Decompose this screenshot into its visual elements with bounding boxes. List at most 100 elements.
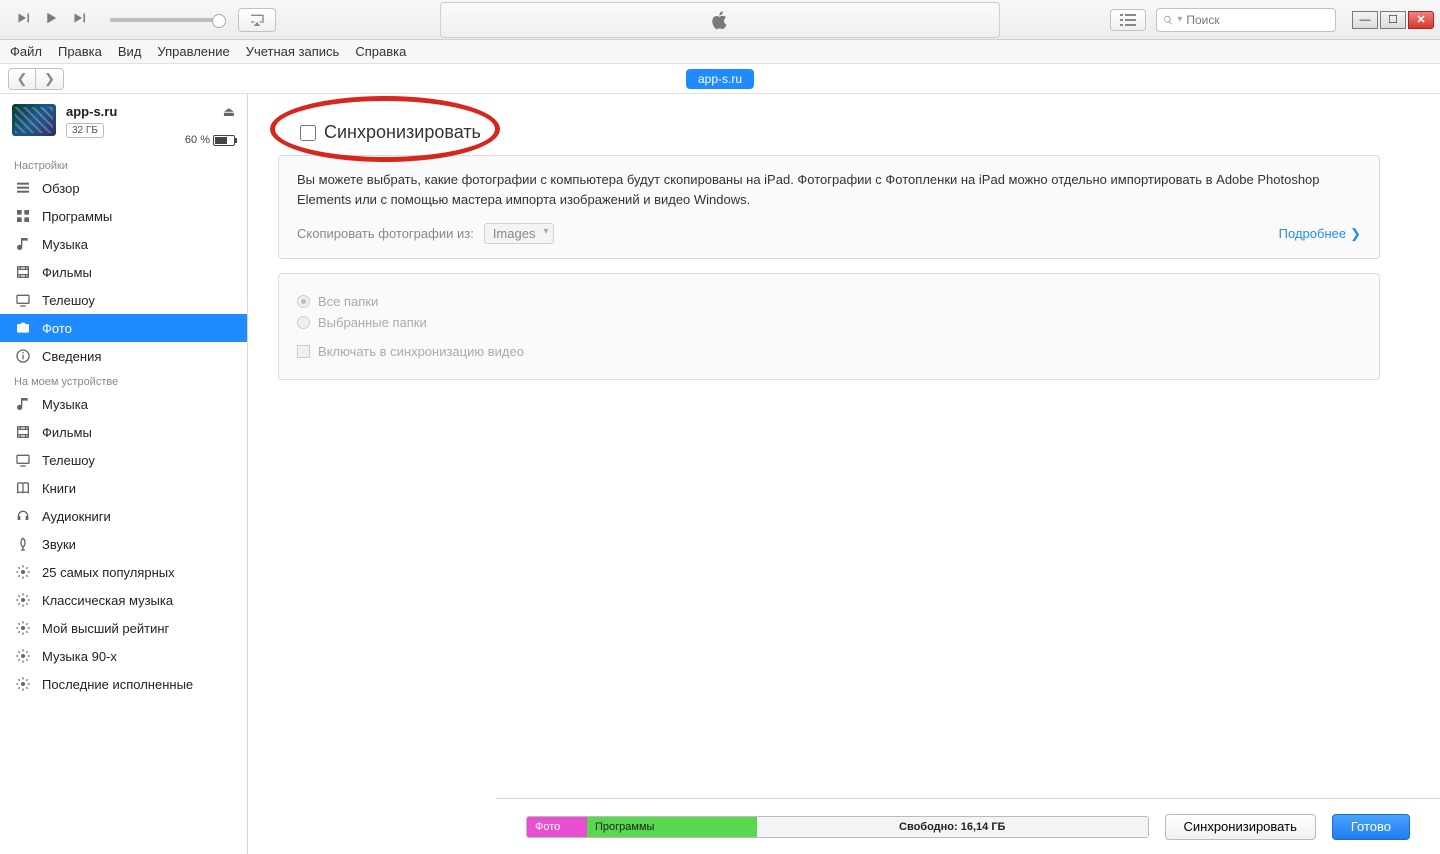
sidebar-item-музыка[interactable]: Музыка <box>0 230 247 258</box>
sidebar-item-звуки[interactable]: Звуки <box>0 530 247 558</box>
sidebar-item-label: Книги <box>42 481 76 496</box>
menu-view[interactable]: Вид <box>118 44 142 59</box>
device-header: app-s.ru 32 ГБ ⏏ 60 % <box>0 94 247 154</box>
apps-icon <box>14 207 32 225</box>
window-close-button[interactable]: ✕ <box>1408 11 1434 29</box>
done-button[interactable]: Готово <box>1332 814 1410 840</box>
airplay-button[interactable] <box>238 8 276 32</box>
sidebar-item-label: 25 самых популярных <box>42 565 175 580</box>
tv-icon <box>14 451 32 469</box>
prev-track-button[interactable] <box>14 9 32 30</box>
sidebar-item-телешоу[interactable]: Телешоу <box>0 286 247 314</box>
device-thumbnail <box>12 104 56 136</box>
sidebar-item-label: Классическая музыка <box>42 593 173 608</box>
search-field[interactable]: ▾ <box>1156 8 1336 32</box>
sidebar-item-25-самых-популярных[interactable]: 25 самых популярных <box>0 558 247 586</box>
sidebar-item-мой-высший-рейтинг[interactable]: Мой высший рейтинг <box>0 614 247 642</box>
menu-help[interactable]: Справка <box>355 44 406 59</box>
nav-back-button[interactable]: ❮ <box>8 68 36 90</box>
sidebar-item-фильмы[interactable]: Фильмы <box>0 418 247 446</box>
movies-icon <box>14 423 32 441</box>
tv-icon <box>14 291 32 309</box>
window-minimize-button[interactable]: — <box>1352 11 1378 29</box>
sidebar-item-музыка-90-х[interactable]: Музыка 90-х <box>0 642 247 670</box>
sidebar-item-фото[interactable]: Фото <box>0 314 247 342</box>
radio-all-folders <box>297 295 310 308</box>
eject-button[interactable]: ⏏ <box>185 104 235 120</box>
menu-account[interactable]: Учетная запись <box>246 44 340 59</box>
sidebar-heading-settings: Настройки <box>0 154 247 174</box>
window-maximize-button[interactable]: ☐ <box>1380 11 1406 29</box>
sidebar-item-label: Сведения <box>42 349 101 364</box>
nav-forward-button[interactable]: ❯ <box>36 68 64 90</box>
radio-selected-folders-label: Выбранные папки <box>318 315 427 330</box>
menu-controls[interactable]: Управление <box>157 44 229 59</box>
sidebar-item-label: Музыка 90-х <box>42 649 117 664</box>
lcd-display <box>440 2 1000 38</box>
battery-icon <box>213 135 235 146</box>
photos-icon <box>14 319 32 337</box>
content-pane: Синхронизировать Вы можете выбрать, каки… <box>248 94 1440 854</box>
menu-edit[interactable]: Правка <box>58 44 102 59</box>
chevron-right-icon: ❯ <box>1350 226 1361 242</box>
info-icon <box>14 347 32 365</box>
sidebar-item-label: Телешоу <box>42 293 95 308</box>
sidebar-item-музыка[interactable]: Музыка <box>0 390 247 418</box>
menu-file[interactable]: Файл <box>10 44 42 59</box>
summary-icon <box>14 179 32 197</box>
sync-description-panel: Вы можете выбрать, какие фотографии с ко… <box>278 155 1380 259</box>
list-view-button[interactable] <box>1110 9 1146 31</box>
gear-icon <box>14 675 32 693</box>
device-tab[interactable]: app-s.ru <box>686 69 754 89</box>
sidebar-item-label: Аудиокниги <box>42 509 111 524</box>
sidebar-item-label: Телешоу <box>42 453 95 468</box>
gear-icon <box>14 563 32 581</box>
sidebar-item-label: Музыка <box>42 237 88 252</box>
sidebar-item-телешоу[interactable]: Телешоу <box>0 446 247 474</box>
volume-slider[interactable] <box>110 18 220 22</box>
storage-seg-free: Свободно: 16,14 ГБ <box>757 817 1148 837</box>
sidebar-item-программы[interactable]: Программы <box>0 202 247 230</box>
radio-all-folders-label: Все папки <box>318 294 378 309</box>
app-menubar: Файл Правка Вид Управление Учетная запис… <box>0 40 1440 64</box>
tones-icon <box>14 535 32 553</box>
device-navbar: ❮ ❯ app-s.ru <box>0 64 1440 94</box>
sync-label: Синхронизировать <box>324 122 481 143</box>
copy-from-label: Скопировать фотографии из: <box>297 226 474 241</box>
sidebar-heading-ondevice: На моем устройстве <box>0 370 247 390</box>
books-icon <box>14 479 32 497</box>
storage-seg-apps: Программы <box>587 817 757 837</box>
sidebar-item-классическая-музыка[interactable]: Классическая музыка <box>0 586 247 614</box>
movies-icon <box>14 263 32 281</box>
more-info-link[interactable]: Подробнее❯ <box>1279 226 1361 242</box>
device-name: app-s.ru <box>66 104 117 119</box>
sidebar-item-аудиокниги[interactable]: Аудиокниги <box>0 502 247 530</box>
next-track-button[interactable] <box>70 9 88 30</box>
play-button[interactable] <box>42 9 60 30</box>
sidebar-item-обзор[interactable]: Обзор <box>0 174 247 202</box>
player-toolbar: ▾ — ☐ ✕ <box>0 0 1440 40</box>
sidebar-item-сведения[interactable]: Сведения <box>0 342 247 370</box>
sidebar-item-фильмы[interactable]: Фильмы <box>0 258 247 286</box>
sidebar-item-последние-исполненные[interactable]: Последние исполненные <box>0 670 247 698</box>
footer-bar: Фото Программы Свободно: 16,14 ГБ Синхро… <box>496 798 1440 854</box>
sync-options-panel: Все папки Выбранные папки Включать в син… <box>278 273 1380 380</box>
sidebar-item-label: Программы <box>42 209 112 224</box>
copy-from-select: Images <box>484 223 555 244</box>
search-icon <box>1163 14 1173 26</box>
sidebar-item-label: Последние исполненные <box>42 677 193 692</box>
battery-status: 60 % <box>185 134 235 146</box>
search-input[interactable] <box>1186 13 1329 27</box>
sidebar-item-label: Фильмы <box>42 265 92 280</box>
sidebar-item-label: Фото <box>42 321 72 336</box>
audiobooks-icon <box>14 507 32 525</box>
music-icon <box>14 235 32 253</box>
sync-description-text: Вы можете выбрать, какие фотографии с ко… <box>297 170 1361 209</box>
sync-button[interactable]: Синхронизировать <box>1165 814 1316 840</box>
apple-logo-icon <box>709 9 731 31</box>
gear-icon <box>14 647 32 665</box>
sidebar-item-label: Музыка <box>42 397 88 412</box>
sync-checkbox[interactable] <box>300 125 316 141</box>
sidebar-item-label: Фильмы <box>42 425 92 440</box>
sidebar-item-книги[interactable]: Книги <box>0 474 247 502</box>
